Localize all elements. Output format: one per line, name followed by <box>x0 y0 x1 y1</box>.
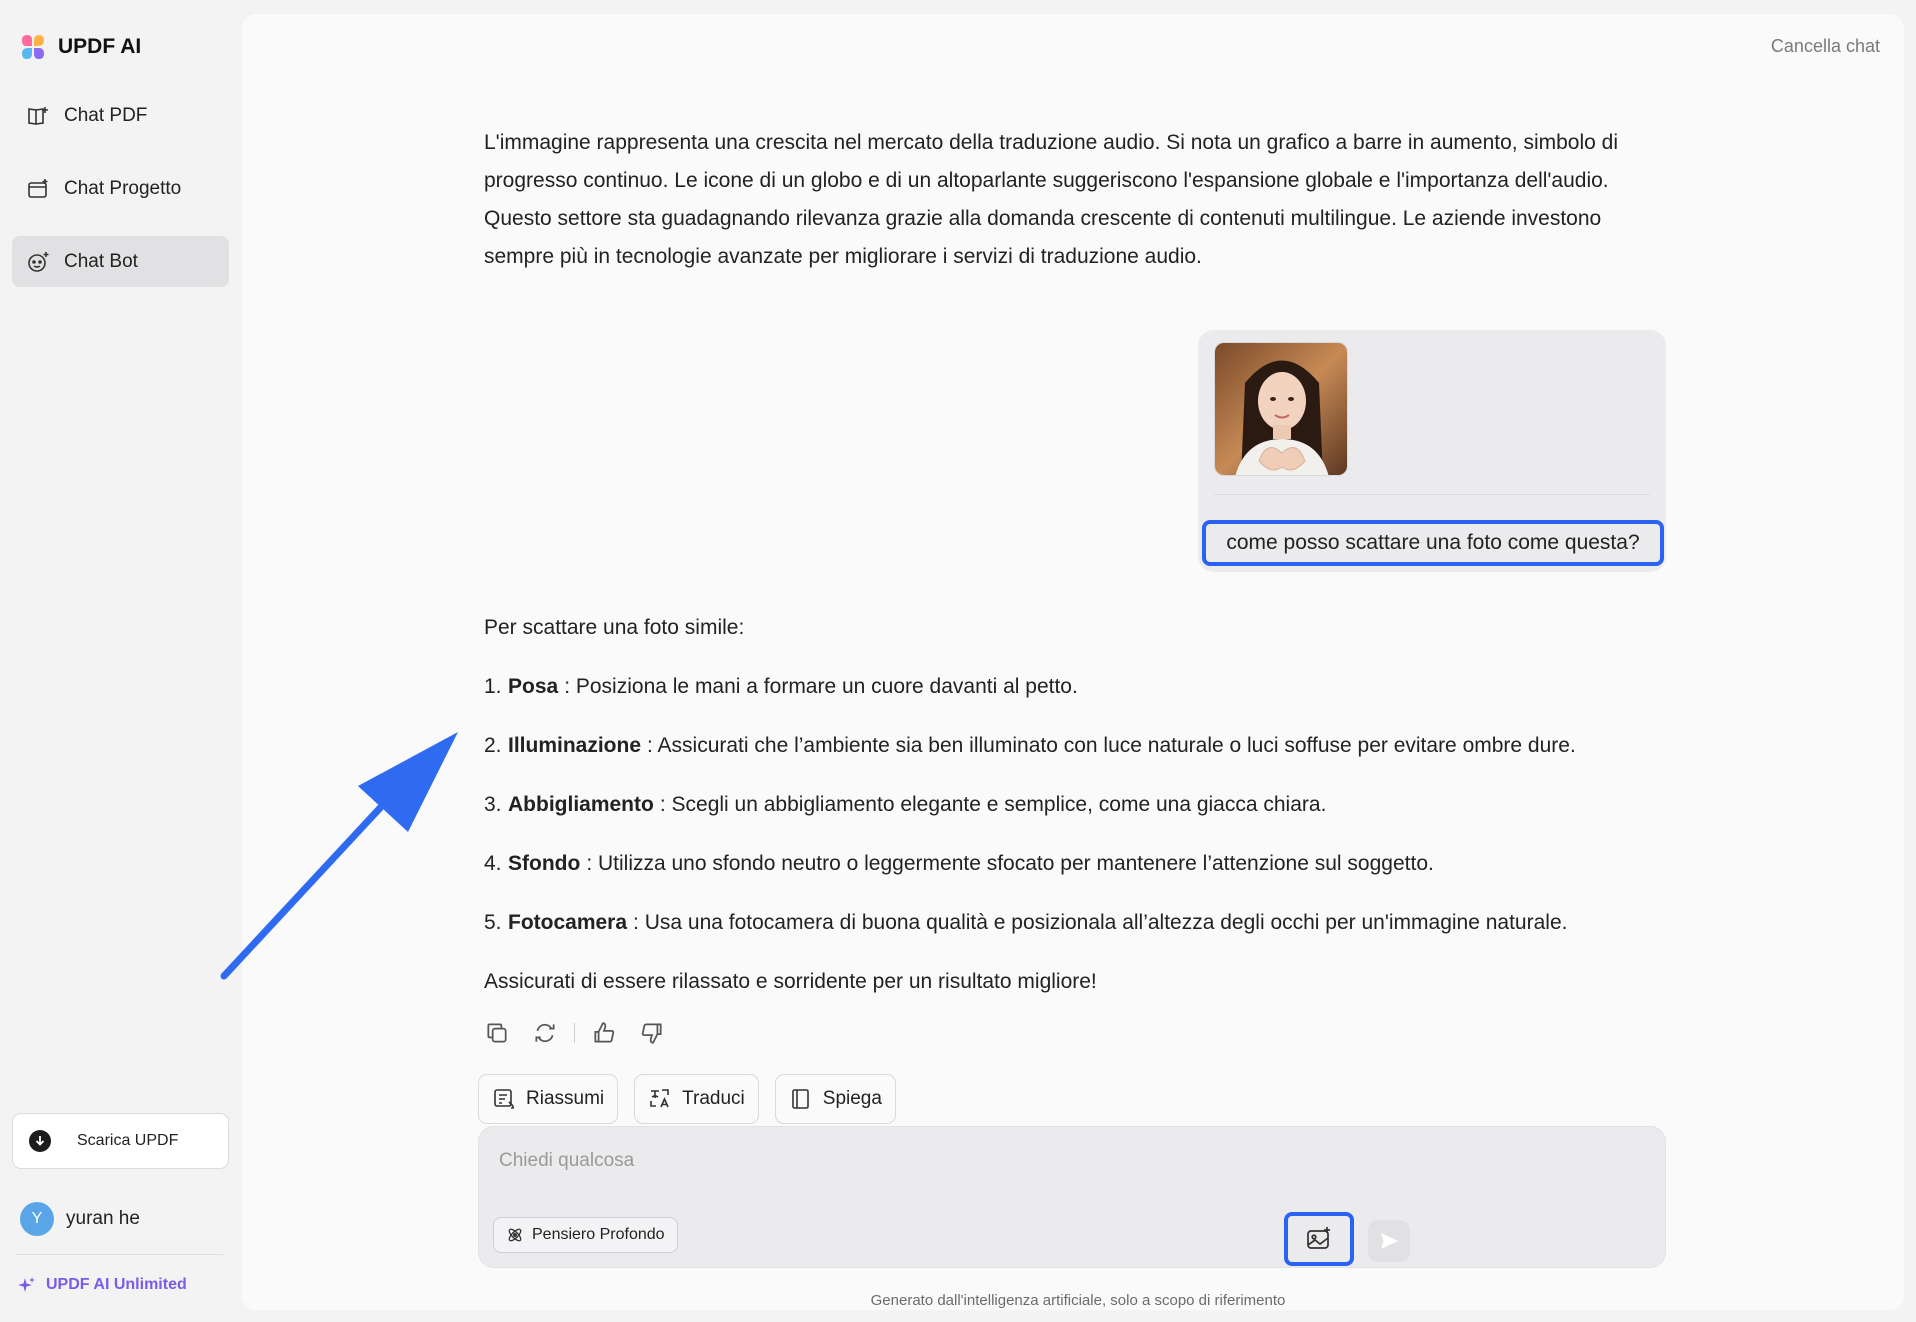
plan-link[interactable]: UPDF AI Unlimited <box>18 1276 187 1294</box>
user-question: come posso scattare una foto come questa… <box>1202 520 1664 566</box>
item-text: : Posiziona le mani a formare un cuore d… <box>564 675 1078 698</box>
item-text: : Scegli un abbigliamento elegante e sem… <box>659 793 1327 816</box>
portrait-image <box>1215 343 1347 475</box>
item-number: 3. <box>484 793 502 816</box>
item-number: 4. <box>484 852 502 875</box>
app-logo[interactable]: UPDF AI <box>18 30 141 64</box>
explain-button[interactable]: Spiega <box>774 1074 896 1124</box>
item-title: Sfondo <box>508 852 581 875</box>
thumbs-down-icon[interactable] <box>639 1020 665 1046</box>
composer: Pensiero Profondo <box>478 1126 1666 1268</box>
image-add-icon <box>1307 1227 1330 1249</box>
summarize-label: Riassumi <box>526 1088 605 1109</box>
item-title: Posa <box>508 675 559 698</box>
atom-icon <box>508 1228 522 1242</box>
download-updf-button[interactable]: Scarica UPDF <box>12 1113 229 1169</box>
sidebar-item-label: Chat PDF <box>64 104 148 126</box>
list-item: 2. Illuminazione: Assicurati che l’ambie… <box>484 728 1674 764</box>
translate-button[interactable]: Traduci <box>634 1074 759 1124</box>
app-title: UPDF AI <box>58 35 142 58</box>
download-icon <box>29 1130 51 1152</box>
item-text: : Usa una fotocamera di buona qualità e … <box>633 911 1568 934</box>
answer-intro: Per scattare una foto simile: <box>484 616 745 639</box>
list-item: 1. Posa: Posiziona le mani a formare un … <box>484 669 1674 705</box>
chat-panel: Cancella chat L'immagine rappresenta una… <box>242 14 1904 1310</box>
item-title: Illuminazione <box>508 734 642 757</box>
copy-icon[interactable] <box>484 1020 510 1046</box>
previous-answer: L'immagine rappresenta una crescita nel … <box>484 131 1618 268</box>
assistant-answer: Per scattare una foto simile: 1. Posa: P… <box>484 610 1674 1000</box>
sidebar-item-label: Chat Bot <box>64 250 138 272</box>
actions-divider <box>574 1023 575 1043</box>
message-actions <box>484 1020 665 1046</box>
book-icon <box>28 106 48 125</box>
updf-logo-icon <box>22 35 44 59</box>
translate-icon <box>650 1089 669 1108</box>
plan-label: UPDF AI Unlimited <box>46 1276 187 1293</box>
folder-icon <box>28 178 48 198</box>
item-number: 1. <box>484 675 502 698</box>
item-number: 2. <box>484 734 502 757</box>
chat-input[interactable] <box>499 1145 1599 1177</box>
thumbs-up-icon[interactable] <box>591 1020 617 1046</box>
send-button[interactable] <box>1368 1220 1410 1262</box>
translate-label: Traduci <box>682 1088 745 1109</box>
sparkle-icon <box>18 1277 35 1292</box>
item-text: : Utilizza uno sfondo neutro o leggermen… <box>586 852 1434 875</box>
image-upload-button[interactable] <box>1284 1212 1354 1266</box>
regenerate-icon[interactable] <box>532 1020 558 1046</box>
user-message: come posso scattare una foto come questa… <box>1198 330 1666 572</box>
deep-thinking-toggle[interactable]: Pensiero Profondo <box>493 1217 678 1253</box>
item-number: 5. <box>484 911 502 934</box>
sidebar: UPDF AI Chat PDF Chat Progetto Chat Bot <box>0 0 240 1322</box>
sidebar-item-chat-progetto[interactable]: Chat Progetto <box>12 163 229 214</box>
bubble-divider <box>1214 494 1650 495</box>
sidebar-item-chat-bot[interactable]: Chat Bot <box>12 236 229 287</box>
answer-outro: Assicurati di essere rilassato e sorride… <box>484 970 1097 993</box>
sidebar-item-label: Chat Progetto <box>64 177 182 199</box>
sidebar-divider <box>16 1254 223 1255</box>
sidebar-nav: Chat PDF Chat Progetto Chat Bot <box>12 90 229 309</box>
bot-icon <box>28 251 49 272</box>
item-title: Fotocamera <box>508 911 628 934</box>
item-text: : Assicurati che l’ambiente sia ben illu… <box>647 734 1576 757</box>
download-label: Scarica UPDF <box>77 1132 179 1149</box>
list-item: 4. Sfondo: Utilizza uno sfondo neutro o … <box>484 846 1674 882</box>
explain-label: Spiega <box>822 1088 882 1109</box>
summarize-button[interactable]: Riassumi <box>478 1074 619 1124</box>
answer-list: 1. Posa: Posiziona le mani a formare un … <box>484 669 1674 941</box>
annotation-arrow-icon <box>220 732 458 980</box>
attached-photo[interactable] <box>1214 342 1348 476</box>
send-icon <box>1381 1233 1398 1249</box>
summary-icon <box>494 1089 514 1109</box>
clear-chat-button[interactable]: Cancella chat <box>1771 36 1880 57</box>
sidebar-item-chat-pdf[interactable]: Chat PDF <box>12 90 229 141</box>
ai-disclaimer: Generato dall'intelligenza artificiale, … <box>870 1292 1286 1309</box>
item-title: Abbigliamento <box>508 793 654 816</box>
user-name: yuran he <box>66 1208 140 1229</box>
quick-actions: Riassumi Traduci Spiega <box>478 1074 896 1124</box>
avatar: Y <box>20 1202 54 1236</box>
user-profile[interactable]: Y yuran he <box>20 1202 140 1236</box>
deep-thinking-label: Pensiero Profondo <box>532 1226 665 1243</box>
book-open-icon <box>791 1089 809 1109</box>
list-item: 5. Fotocamera: Usa una fotocamera di buo… <box>484 905 1674 941</box>
list-item: 3. Abbigliamento: Scegli un abbigliament… <box>484 787 1674 823</box>
